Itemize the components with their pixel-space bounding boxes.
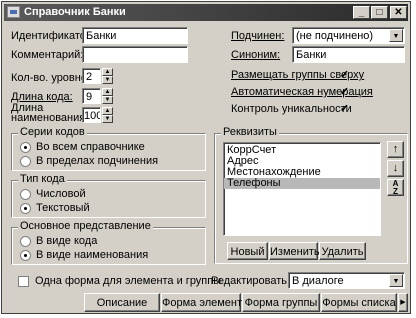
levels-label: Кол-во. уровней [11, 72, 94, 84]
requisites-group: Реквизиты КоррСчет Адрес Местонахождение… [214, 126, 408, 264]
main-view-option-name: В виде наименования [36, 249, 149, 261]
levels-stepper[interactable]: ▲ ▼ [102, 68, 113, 84]
uniqueness-label: Контроль уникальности [231, 103, 352, 115]
edit-button[interactable]: Изменить [269, 242, 320, 260]
auto-numbering-checkbox[interactable]: ✓ [339, 87, 350, 98]
auto-numbering-label: Автоматическая нумерация [231, 86, 373, 98]
list-item-selected[interactable]: Телефоны [224, 178, 380, 189]
comment-field[interactable] [82, 46, 188, 63]
stepper-up-icon[interactable]: ▲ [102, 88, 113, 96]
name-length-stepper[interactable]: ▲ ▼ [102, 107, 113, 123]
code-type-radio-numeric[interactable] [20, 189, 31, 200]
title-bar: Справочник Банки _ □ ✕ [4, 4, 408, 21]
code-length-field[interactable]: 9 [82, 88, 101, 104]
move-down-button[interactable]: ↓ [387, 160, 404, 177]
tabs-scroll-right-button[interactable]: ▶ [398, 293, 408, 312]
requisites-title: Реквизиты [221, 126, 279, 138]
code-series-title: Серии кодов [18, 126, 87, 138]
delete-button[interactable]: Удалить [319, 242, 366, 260]
chevron-down-icon[interactable]: ▼ [389, 274, 403, 287]
main-view-title: Основное представление [18, 220, 153, 232]
stepper-up-icon[interactable]: ▲ [102, 107, 113, 115]
minimize-button[interactable]: _ [353, 6, 370, 19]
code-type-title: Тип кода [18, 173, 67, 185]
code-series-option-subordinate: В пределах подчинения [36, 155, 159, 167]
dialog-window: Справочник Банки _ □ ✕ Идентификатор: Ба… [1, 1, 411, 314]
maximize-button[interactable]: □ [371, 6, 388, 19]
arrow-down-icon: ↓ [392, 162, 399, 174]
window-title: Справочник Банки [24, 6, 126, 18]
levels-field[interactable]: 2 [82, 68, 101, 84]
move-up-button[interactable]: ↑ [387, 141, 404, 158]
edit-mode-combo[interactable]: В диалоге ▼ [288, 272, 405, 289]
main-view-option-code: В виде кода [36, 235, 98, 247]
main-view-radio-name[interactable] [20, 250, 31, 261]
code-type-group: Тип кода Числовой Текстовый [11, 173, 206, 218]
chevron-down-icon[interactable]: ▼ [389, 29, 403, 42]
code-type-option-numeric: Числовой [36, 188, 86, 200]
code-series-radio-all[interactable] [20, 142, 31, 153]
code-type-option-text: Текстовый [36, 202, 90, 214]
close-button[interactable]: ✕ [390, 6, 407, 19]
stepper-down-icon[interactable]: ▼ [102, 115, 113, 123]
uniqueness-checkbox[interactable]: ✓ [339, 104, 350, 115]
new-button[interactable]: Новый [227, 242, 268, 260]
requisites-list[interactable]: КоррСчет Адрес Местонахождение Телефоны [223, 142, 381, 236]
main-view-radio-code[interactable] [20, 236, 31, 247]
synonym-label: Синоним: [231, 49, 281, 61]
main-view-group: Основное представление В виде кода В вид… [11, 220, 206, 265]
tab-description[interactable]: Описание [84, 293, 160, 312]
app-icon [7, 6, 20, 18]
tab-group-form[interactable]: Форма группы [242, 293, 320, 312]
edit-mode-label: Редактировать: [211, 275, 291, 287]
stepper-down-icon[interactable]: ▼ [102, 96, 113, 104]
code-series-group: Серии кодов Во всем справочнике В предел… [11, 126, 206, 171]
identifier-field[interactable]: Банки [82, 27, 188, 44]
one-form-checkbox[interactable] [18, 276, 29, 287]
arrow-up-icon: ↑ [392, 143, 399, 155]
code-length-stepper[interactable]: ▲ ▼ [102, 88, 113, 104]
sort-az-icon: AZ [392, 179, 399, 196]
subordinate-value: (не подчинено) [296, 30, 374, 42]
sort-button[interactable]: AZ [387, 179, 404, 196]
code-series-radio-subordinate[interactable] [20, 156, 31, 167]
tab-element-form[interactable]: Форма элемента [161, 293, 248, 312]
tab-list-forms[interactable]: Формы списка [321, 293, 397, 312]
stepper-down-icon[interactable]: ▼ [102, 76, 113, 84]
one-form-label: Одна форма для элемента и группы [35, 275, 222, 287]
name-length-field[interactable]: 100 [82, 107, 101, 123]
name-length-label: Длина наименования: [11, 103, 89, 124]
code-series-option-all: Во всем справочнике [36, 141, 145, 153]
subordinate-combo[interactable]: (не подчинено) ▼ [292, 27, 405, 44]
edit-mode-value: В диалоге [292, 275, 344, 287]
synonym-field[interactable]: Банки [292, 46, 405, 63]
groups-top-checkbox[interactable]: ✓ [339, 70, 350, 81]
stepper-up-icon[interactable]: ▲ [102, 68, 113, 76]
comment-label: Комментарий: [11, 49, 84, 61]
chevron-right-icon: ▶ [400, 299, 406, 306]
name-length-label-line2: наименования: [11, 112, 89, 124]
code-type-radio-text[interactable] [20, 203, 31, 214]
subordinate-label: Подчинен: [231, 30, 285, 42]
